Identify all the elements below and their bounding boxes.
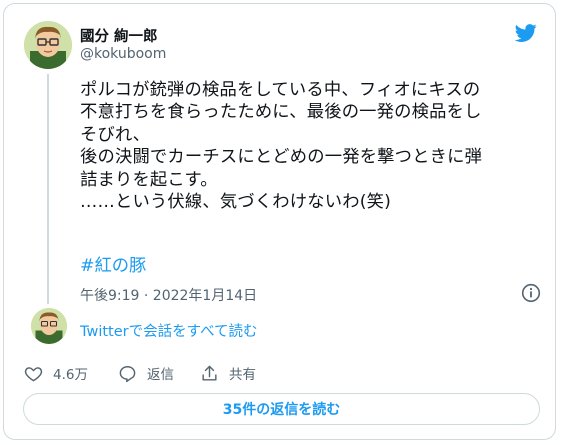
tweet-text: ポルコが銃弾の検品をしている中、フィオにキスの 不意打ちを食らったために、最後の… [80, 80, 483, 213]
tweet-timestamp[interactable]: 午後9:19 · 2022年1月14日 [80, 285, 257, 305]
hashtag-link[interactable]: #紅の豚 [80, 251, 146, 276]
read-conversation-link[interactable]: Twitterで会話をすべて読む [80, 320, 258, 341]
reply-button[interactable]: 返信 [118, 363, 174, 383]
info-icon[interactable] [521, 283, 541, 303]
thread-line [47, 74, 49, 304]
read-replies-button[interactable]: 35件の返信を読む [23, 393, 540, 425]
author-name[interactable]: 國分 絢一郎 [80, 25, 158, 46]
like-count: 4.6万 [53, 367, 88, 383]
like-button[interactable]: 4.6万 [24, 363, 88, 383]
author-avatar[interactable] [24, 21, 72, 69]
twitter-bird-icon[interactable] [513, 22, 539, 44]
thread-avatar[interactable] [31, 308, 67, 344]
share-icon [202, 365, 217, 381]
reply-icon [119, 365, 136, 382]
share-button[interactable]: 共有 [200, 363, 256, 383]
share-label: 共有 [229, 367, 256, 383]
heart-icon [24, 366, 43, 381]
tweet-card: 國分 絢一郎 @kokuboom ポルコが銃弾の検品をしている中、フィオにキスの… [3, 3, 556, 440]
reply-label: 返信 [147, 367, 174, 383]
author-handle[interactable]: @kokuboom [80, 46, 166, 62]
